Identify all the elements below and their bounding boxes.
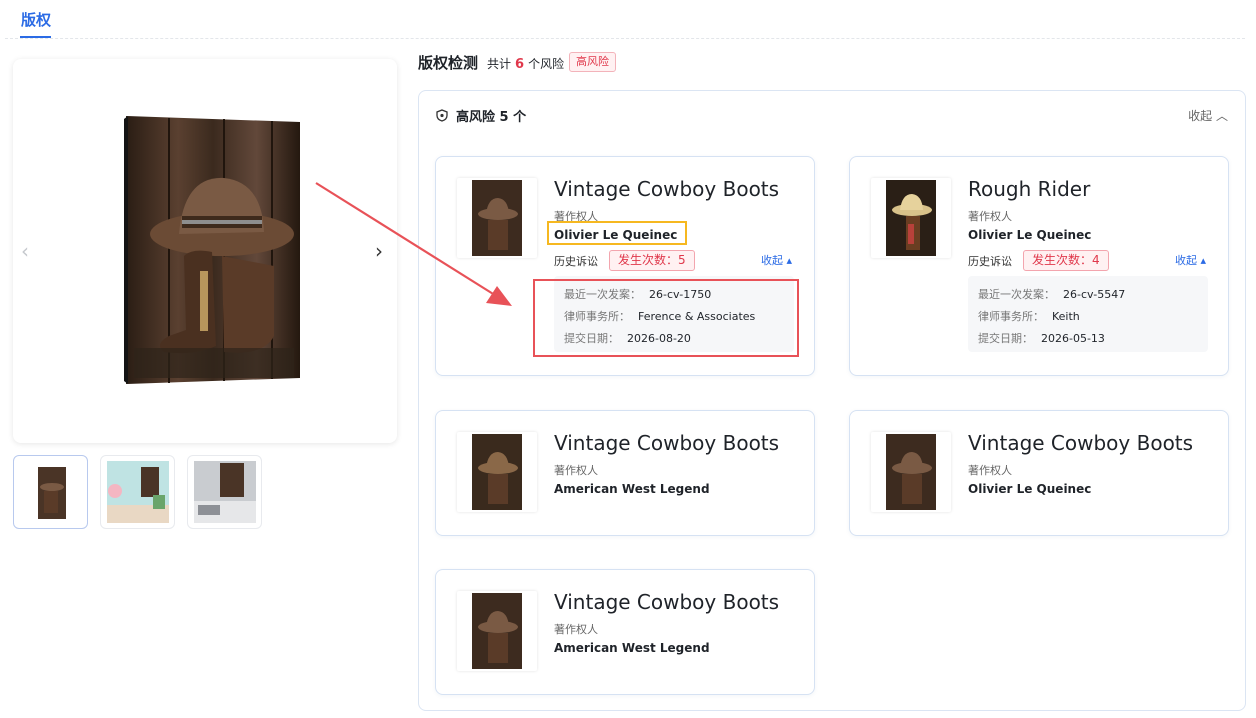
history-count-badge: 发生次数：5 <box>609 250 695 271</box>
card-thumbnail-image <box>472 593 522 669</box>
card-thumbnail <box>457 591 537 671</box>
risk-card[interactable]: Vintage Cowboy Boots 著作权人 Olivier Le Que… <box>849 410 1229 536</box>
summary-suffix: 个风险 <box>528 57 565 71</box>
history-label: 历史诉讼 <box>968 255 1012 268</box>
owner-label: 著作权人 <box>968 464 1012 477</box>
card-thumbnail <box>871 432 951 512</box>
card-thumbnail-image <box>886 180 936 256</box>
card-collapse-label: 收起 <box>1174 254 1197 267</box>
card-thumbnail <box>457 432 537 512</box>
product-preview: ‹ › <box>13 59 397 443</box>
thumbnail-strip <box>13 455 273 530</box>
lawsuit-detail: 最近一次发案： 26-cv-5547 律师事务所： Keith 提交日期： 2026-… <box>968 276 1208 352</box>
group-label: 高风险 5 个 <box>456 110 527 125</box>
risk-count: 6 <box>515 57 525 72</box>
owner-name: Olivier Le Queinec <box>968 228 1092 242</box>
summary-prefix: 共计 <box>487 57 512 71</box>
group-collapse-button[interactable]: 收起 ︿ <box>1188 107 1228 124</box>
detail-value: Keith <box>1052 310 1080 323</box>
product-image <box>124 116 300 384</box>
card-collapse-label: 收起 <box>760 254 783 267</box>
owner-name: American West Legend <box>554 641 710 655</box>
detail-highlight-box <box>533 279 799 357</box>
high-risk-badge: 高风险 <box>569 52 616 72</box>
risk-card[interactable]: Vintage Cowboy Boots 著作权人 Olivier Le Que… <box>435 156 815 376</box>
thumbnail-living-room[interactable] <box>100 455 175 529</box>
shield-icon <box>436 109 448 122</box>
detail-key: 最近一次发案： <box>978 288 1055 301</box>
group-collapse-label: 收起 <box>1188 109 1213 123</box>
prev-image-icon[interactable]: ‹ <box>21 239 29 263</box>
card-title: Vintage Cowboy Boots <box>554 431 780 455</box>
risk-summary: 共计 6 个风险 <box>487 55 564 72</box>
risk-card[interactable]: Vintage Cowboy Boots 著作权人 American West … <box>435 410 815 536</box>
risk-card[interactable]: Vintage Cowboy Boots 著作权人 American West … <box>435 569 815 695</box>
next-image-icon[interactable]: › <box>375 239 383 263</box>
card-thumbnail-image <box>472 434 522 510</box>
card-collapse-button[interactable]: 收起 ▴ <box>1175 252 1206 268</box>
detail-key: 提交日期： <box>978 332 1033 345</box>
card-thumbnail <box>871 178 951 258</box>
detail-value: 26-cv-5547 <box>1063 288 1126 301</box>
owner-label: 著作权人 <box>554 464 598 477</box>
thumbnail-product[interactable] <box>13 455 88 529</box>
chevron-up-icon: ︿ <box>1215 109 1228 123</box>
card-title: Vintage Cowboy Boots <box>554 177 780 201</box>
owner-name: American West Legend <box>554 482 710 496</box>
detail-key: 律师事务所： <box>978 310 1044 323</box>
card-title: Rough Rider <box>968 177 1091 201</box>
thumbnail-living-room-image <box>107 461 169 523</box>
thumbnail-bedroom-image <box>194 461 256 523</box>
risk-panel: 高风险 5 个 收起 ︿ Vintage Cowboy Boots 著作权人 O… <box>418 90 1246 711</box>
owner-label: 著作权人 <box>968 210 1012 223</box>
owner-highlight-box <box>547 221 687 245</box>
detail-row: 律师事务所： Keith <box>978 308 1080 324</box>
risk-card[interactable]: Rough Rider 著作权人 Olivier Le Queinec 历史诉讼… <box>849 156 1229 376</box>
top-divider <box>5 38 1245 39</box>
thumbnail-bedroom[interactable] <box>187 455 262 529</box>
card-collapse-button[interactable]: 收起 ▴ <box>761 252 792 268</box>
caret-up-icon: ▴ <box>1200 254 1206 267</box>
detail-value: 2026-05-13 <box>1041 332 1105 345</box>
detail-row: 提交日期： 2026-05-13 <box>978 330 1105 346</box>
thumbnail-product-image <box>38 467 66 519</box>
history-count-badge: 发生次数：4 <box>1023 250 1109 271</box>
history-label: 历史诉讼 <box>554 255 598 268</box>
owner-label: 著作权人 <box>554 623 598 636</box>
owner-name: Olivier Le Queinec <box>968 482 1092 496</box>
caret-up-icon: ▴ <box>786 254 792 267</box>
card-title: Vintage Cowboy Boots <box>968 431 1194 455</box>
card-thumbnail <box>457 178 537 258</box>
detail-row: 最近一次发案： 26-cv-5547 <box>978 286 1125 302</box>
top-tab-bar: 版权 <box>0 0 1256 40</box>
card-thumbnail-image <box>886 434 936 510</box>
section-title: 版权检测 <box>418 54 479 72</box>
tab-copyright[interactable]: 版权 <box>21 9 51 30</box>
card-title: Vintage Cowboy Boots <box>554 590 780 614</box>
card-thumbnail-image <box>472 180 522 256</box>
